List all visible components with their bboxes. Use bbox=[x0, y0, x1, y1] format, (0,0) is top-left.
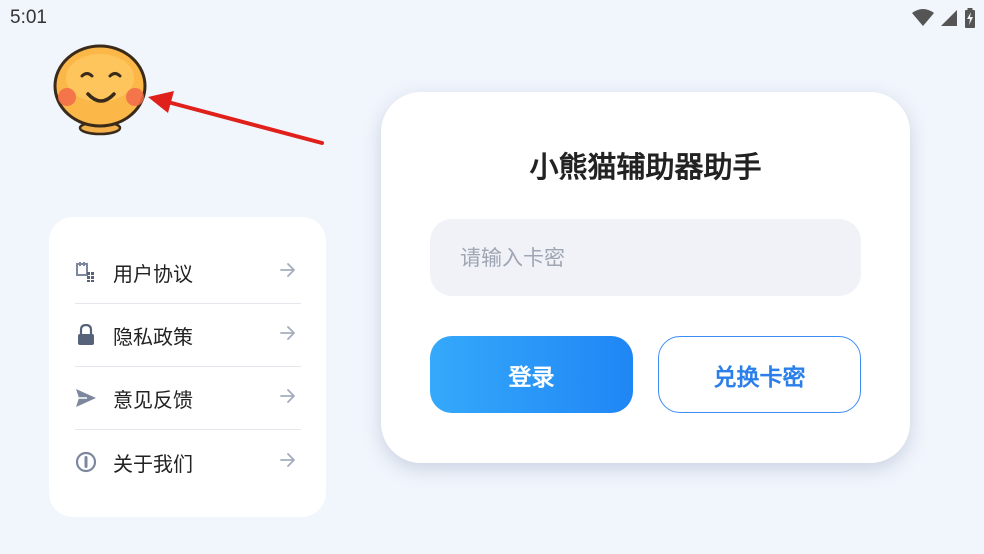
arrow-right-icon bbox=[280, 389, 295, 403]
smiling-face-avatar-icon[interactable] bbox=[50, 42, 150, 138]
menu-item-feedback[interactable]: 意见反馈 bbox=[75, 367, 301, 429]
card-key-input[interactable] bbox=[430, 219, 861, 296]
status-bar: 5:01 bbox=[0, 0, 984, 36]
menu-item-label: 用户协议 bbox=[113, 261, 193, 286]
arrow-right-icon bbox=[280, 263, 295, 277]
menu-item-label: 关于我们 bbox=[113, 451, 193, 476]
menu-item-about-us[interactable]: 关于我们 bbox=[75, 431, 301, 493]
status-time: 5:01 bbox=[10, 7, 47, 28]
lock-icon bbox=[75, 324, 97, 346]
login-button[interactable]: 登录 bbox=[430, 336, 633, 413]
menu-card: 用户协议 隐私政策 意见反馈 关于我们 bbox=[49, 217, 326, 517]
redeem-key-button[interactable]: 兑换卡密 bbox=[658, 336, 861, 413]
app-title: 小熊猫辅助器助手 bbox=[529, 150, 762, 184]
annotation-arrow bbox=[148, 91, 324, 145]
menu-item-label: 隐私政策 bbox=[113, 324, 193, 349]
send-icon bbox=[75, 387, 97, 409]
arrow-right-icon bbox=[280, 326, 295, 340]
arrow-right-icon bbox=[280, 453, 295, 467]
menu-divider bbox=[75, 429, 301, 430]
login-card: 小熊猫辅助器助手 登录 兑换卡密 bbox=[381, 92, 910, 463]
status-icons bbox=[912, 8, 976, 28]
menu-item-privacy-policy[interactable]: 隐私政策 bbox=[75, 304, 301, 366]
wifi-icon bbox=[912, 9, 934, 26]
info-circle-icon bbox=[75, 451, 97, 473]
battery-charging-icon bbox=[965, 8, 975, 28]
menu-item-label: 意见反馈 bbox=[113, 387, 193, 412]
document-grid-icon bbox=[75, 261, 97, 283]
cell-signal-icon bbox=[941, 10, 957, 26]
menu-item-user-agreement[interactable]: 用户协议 bbox=[75, 241, 301, 303]
